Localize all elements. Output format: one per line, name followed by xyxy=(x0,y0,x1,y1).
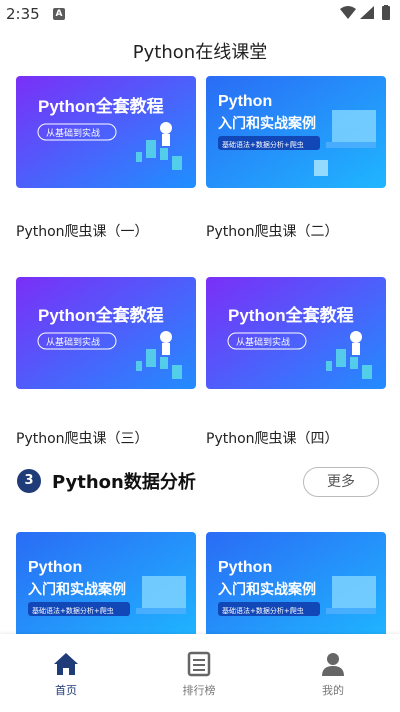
banner-title: Python xyxy=(218,93,272,110)
banner-tag: 基础语法+数据分析+爬虫 xyxy=(222,140,304,149)
course-banner-full: Python全套教程 从基础到实战 xyxy=(16,277,196,389)
status-icons xyxy=(340,5,390,20)
course-title[interactable]: Python爬虫课（二） xyxy=(206,221,339,241)
nav-profile[interactable]: 我的 xyxy=(293,650,373,698)
banner-title: Python全套教程 xyxy=(228,305,354,325)
nav-label: 我的 xyxy=(322,684,344,697)
course-banner-intro: Python 入门和实战案例 基础语法+数据分析+爬虫 xyxy=(206,532,386,634)
banner-title: Python xyxy=(28,559,82,576)
nav-ranking[interactable]: 排行榜 xyxy=(159,650,239,698)
nav-label: 排行榜 xyxy=(182,684,216,697)
list-icon xyxy=(187,651,211,677)
more-button[interactable]: 更多 xyxy=(303,467,379,497)
section-title: Python数据分析 xyxy=(52,472,196,493)
banner-subtitle: 入门和实战案例 xyxy=(218,581,316,598)
banner-title: Python xyxy=(218,559,272,576)
page-title: Python在线课堂 xyxy=(132,42,268,63)
status-bar: 2:35 A xyxy=(0,0,400,28)
course-card[interactable]: Python 入门和实战案例 基础语法+数据分析+爬虫 Python爬虫课（二） xyxy=(206,76,386,240)
course-title[interactable]: Python爬虫课（三） xyxy=(16,428,149,448)
banner-tag: 从基础到实战 xyxy=(46,336,100,348)
banner-tag: 基础语法+数据分析+爬虫 xyxy=(222,606,304,615)
status-time: 2:35 xyxy=(6,5,40,23)
section-header: 3 Python数据分析 更多 xyxy=(0,467,400,504)
course-banner-intro: Python 入门和实战案例 基础语法+数据分析+爬虫 xyxy=(16,532,196,634)
banner-title: Python全套教程 xyxy=(38,305,164,325)
banner-tag: 基础语法+数据分析+爬虫 xyxy=(32,606,114,615)
banner-tag: 从基础到实战 xyxy=(236,336,290,348)
course-title[interactable]: Python爬虫课（一） xyxy=(16,221,149,241)
course-card[interactable]: Python全套教程 从基础到实战 Python爬虫课（一） xyxy=(16,76,196,240)
notification-icon: A xyxy=(53,8,65,20)
course-banner-full: Python全套教程 从基础到实战 xyxy=(16,76,196,188)
banner-title: Python全套教程 xyxy=(38,96,164,116)
nav-home[interactable]: 首页 xyxy=(26,650,106,698)
course-card[interactable]: Python全套教程 从基础到实战 Python爬虫课（四） xyxy=(206,277,386,447)
wifi-icon xyxy=(340,6,356,19)
course-banner-full: Python全套教程 从基础到实战 xyxy=(206,277,386,389)
course-card[interactable]: Python 入门和实战案例 基础语法+数据分析+爬虫 xyxy=(206,532,386,634)
banner-subtitle: 入门和实战案例 xyxy=(218,115,316,132)
section-number-badge: 3 xyxy=(17,469,41,493)
person-icon xyxy=(322,653,344,676)
course-list[interactable]: Python全套教程 从基础到实战 Python爬虫课（一） Python 入门… xyxy=(0,74,400,634)
nav-label: 首页 xyxy=(55,684,77,697)
banner-tag: 从基础到实战 xyxy=(46,127,100,139)
banner-subtitle: 入门和实战案例 xyxy=(28,581,126,598)
course-card[interactable]: Python 入门和实战案例 基础语法+数据分析+爬虫 xyxy=(16,532,196,634)
course-card[interactable]: Python全套教程 从基础到实战 Python爬虫课（三） xyxy=(16,277,196,447)
bottom-nav: 首页 排行榜 我的 xyxy=(0,634,400,712)
home-icon xyxy=(54,653,78,675)
signal-icon xyxy=(360,6,374,19)
course-banner-intro: Python 入门和实战案例 基础语法+数据分析+爬虫 xyxy=(206,76,386,188)
course-title[interactable]: Python爬虫课（四） xyxy=(206,428,339,448)
battery-icon xyxy=(382,5,390,20)
